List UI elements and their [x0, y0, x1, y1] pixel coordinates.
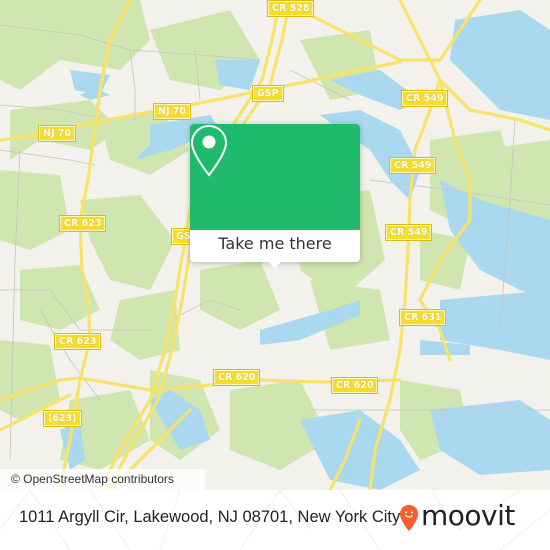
popup-pointer — [267, 260, 283, 268]
road-label: (623) — [43, 410, 82, 427]
park-area — [80, 195, 175, 290]
road-label: CR 620 — [330, 377, 379, 394]
water-body — [430, 400, 550, 475]
footer: 1011 Argyll Cir, Lakewood, NJ 08701, New… — [0, 490, 550, 550]
road-label: CR 549 — [388, 157, 437, 174]
moovit-wordmark: moovit — [421, 499, 515, 532]
park-area — [200, 260, 280, 330]
park-area — [0, 340, 60, 420]
map-pin-icon — [190, 124, 228, 177]
osm-attribution[interactable]: © OpenStreetMap contributors — [0, 469, 205, 490]
road-label: CR 623 — [58, 215, 107, 232]
road-label: CR 620 — [212, 369, 261, 386]
road-label: NJ 70 — [152, 103, 192, 120]
address-text: 1011 Argyll Cir, Lakewood, NJ 08701, New… — [19, 508, 401, 526]
popup-header[interactable] — [190, 124, 360, 230]
road-label: CR 623 — [53, 333, 102, 350]
location-popup: Take me there — [190, 124, 360, 268]
take-me-there-button[interactable]: Take me there — [190, 230, 360, 262]
map-view[interactable]: CR 528 GSP NJ 70 NJ 70 CR 549 CR 549 CR … — [0, 0, 550, 490]
road-label: CR 528 — [266, 0, 315, 17]
park-area — [0, 170, 70, 250]
road-label: CR 631 — [398, 309, 447, 326]
road-label: CR 549 — [400, 90, 449, 107]
road-label: GSP — [252, 85, 284, 102]
road-label: NJ 70 — [37, 125, 77, 142]
moovit-pin-smile-icon — [400, 505, 418, 531]
road-label: CR 549 — [384, 224, 433, 241]
